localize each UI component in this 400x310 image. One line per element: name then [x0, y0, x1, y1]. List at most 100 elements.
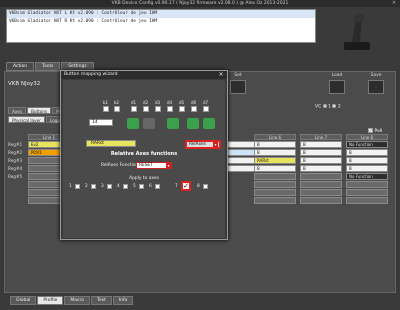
vc-radio-2[interactable]	[332, 104, 337, 108]
axis-checkbox[interactable]	[203, 184, 208, 189]
relaxes-function-value: RESET	[139, 163, 153, 168]
vc-opt2-label: 2	[337, 104, 341, 110]
save-button[interactable]: Save	[364, 73, 388, 99]
load-icon	[329, 80, 345, 94]
grid-cell[interactable]: B	[254, 165, 296, 172]
joystick-logo-icon	[344, 14, 370, 50]
chevron-down-icon: ▾	[213, 142, 218, 147]
axis-checkbox[interactable]	[91, 184, 96, 189]
column-header: Line 8	[346, 134, 388, 140]
tab-test[interactable]: Test	[90, 296, 112, 305]
poll-checkbox[interactable]: ✓	[368, 128, 373, 133]
load-button[interactable]: Load	[325, 73, 349, 99]
bit-label: d7	[203, 100, 209, 105]
close-icon[interactable]: ×	[217, 71, 225, 79]
relaxes-function-select[interactable]: RESET ▾	[136, 162, 172, 169]
grid-cell[interactable]	[254, 197, 296, 204]
tab-macro[interactable]: Macro	[64, 296, 90, 305]
bit-checkbox[interactable]	[167, 106, 173, 112]
bit-label: b1	[103, 100, 109, 105]
axis-label: 3	[101, 184, 104, 189]
relaxes-function-label: RelAxes Function	[101, 163, 139, 168]
record-icon[interactable]	[127, 118, 139, 129]
set-label: Set	[234, 73, 242, 78]
bit-label: d3	[155, 100, 161, 105]
grid-cell[interactable]: B	[300, 165, 342, 172]
axis-checkbox[interactable]	[75, 184, 80, 189]
bit-label: b2	[114, 100, 120, 105]
tab-action[interactable]: Action	[6, 62, 35, 71]
grid-column: Line 8 No Function B B B No Function	[346, 134, 388, 204]
tab-physical-layer[interactable]: Physical layer	[8, 116, 45, 123]
grid-cell[interactable]	[254, 173, 296, 180]
grid-cell[interactable]: B	[300, 149, 342, 156]
grid-cell[interactable]	[300, 181, 342, 188]
row-label: Reg#2	[8, 150, 23, 155]
grid-cell[interactable]: B	[300, 157, 342, 164]
tab-tools[interactable]: Tools	[35, 62, 61, 71]
tab-profile[interactable]: Profile	[37, 296, 64, 305]
vc-opt1-label: 1	[328, 104, 331, 110]
tab-axes[interactable]: Axes	[8, 107, 26, 114]
grid-cell[interactable]: B	[254, 141, 296, 148]
grid-cell[interactable]: No Function	[346, 141, 388, 148]
bit-checkbox[interactable]	[103, 106, 109, 112]
grid-cell[interactable]	[254, 189, 296, 196]
row-label: Reg#5	[8, 174, 23, 179]
grid-cell[interactable]	[254, 181, 296, 188]
device-icon	[230, 80, 246, 94]
set-button[interactable]: Set	[228, 73, 248, 99]
arrow-left-icon[interactable]	[187, 118, 199, 129]
grid-cell[interactable]	[300, 189, 342, 196]
axis-label: 1	[69, 184, 72, 189]
button-number-select[interactable]: 14	[89, 119, 113, 126]
function-type-value: RelAxes	[189, 142, 206, 147]
grid-cell[interactable]: B	[346, 165, 388, 172]
bit-checkbox[interactable]	[191, 106, 197, 112]
grid-cell[interactable]	[346, 189, 388, 196]
grid-cell[interactable]: B	[346, 157, 388, 164]
bit-checkbox[interactable]	[131, 106, 137, 112]
row-label: Reg#3	[8, 158, 23, 163]
arrow-right-icon[interactable]	[203, 118, 215, 129]
grid-cell[interactable]	[346, 181, 388, 188]
grid-cell[interactable]: B	[346, 149, 388, 156]
bit-checkbox[interactable]	[179, 106, 185, 112]
refresh-icon[interactable]	[167, 118, 179, 129]
axis-checkbox-checked[interactable]: ✓	[181, 181, 191, 191]
column-header: Line 7	[300, 134, 342, 140]
bit-checkbox[interactable]	[114, 106, 120, 112]
grid-cell[interactable]	[300, 173, 342, 180]
save-icon	[368, 80, 384, 94]
tab-buttons[interactable]: Buttons	[26, 107, 52, 114]
bit-checkbox[interactable]	[143, 106, 149, 112]
device-row[interactable]: VKBsim Gladiator NXT L Kt v2.090 : Contr…	[7, 10, 315, 18]
grid-cell[interactable]: B	[300, 141, 342, 148]
axis-checkbox[interactable]	[155, 184, 160, 189]
bit-checkbox[interactable]	[155, 106, 161, 112]
tab-info[interactable]: Info	[112, 296, 134, 305]
close-icon[interactable]: ×	[390, 0, 398, 7]
axis-checkbox[interactable]	[123, 184, 128, 189]
grid-cell[interactable]: B	[254, 149, 296, 156]
rarst-function-cell[interactable]: RARst	[86, 140, 136, 147]
bit-checkbox[interactable]	[203, 106, 209, 112]
device-row[interactable]: VKBsim Gladiator NXT R Kt v2.090 : Contr…	[7, 18, 315, 26]
axis-label: 4	[117, 184, 120, 189]
dialog-title: Button mapping wizard	[61, 71, 227, 79]
tab-global[interactable]: Global	[10, 296, 37, 305]
grid-column: Line 6 B B RARst B	[254, 134, 296, 204]
axis-checkbox[interactable]	[107, 184, 112, 189]
axis-checkbox[interactable]	[139, 184, 144, 189]
function-type-select[interactable]: RelAxes ▾	[185, 140, 221, 149]
window-title: VKB Device Config v0.90.17 ( Njoy32 firm…	[0, 0, 400, 7]
grid-cell[interactable]	[346, 197, 388, 204]
chevron-down-icon: ▾	[166, 163, 171, 168]
grid-cell[interactable]	[300, 197, 342, 204]
device-list[interactable]: VKBsim Gladiator NXT L Kt v2.090 : Contr…	[6, 9, 316, 43]
grid-cell[interactable]: No Function	[346, 173, 388, 180]
stop-icon[interactable]	[143, 118, 155, 129]
grid-cell[interactable]: RARst	[254, 157, 296, 164]
vc-selector: VC 1 2	[315, 104, 341, 110]
vc-radio-1[interactable]	[322, 104, 327, 108]
